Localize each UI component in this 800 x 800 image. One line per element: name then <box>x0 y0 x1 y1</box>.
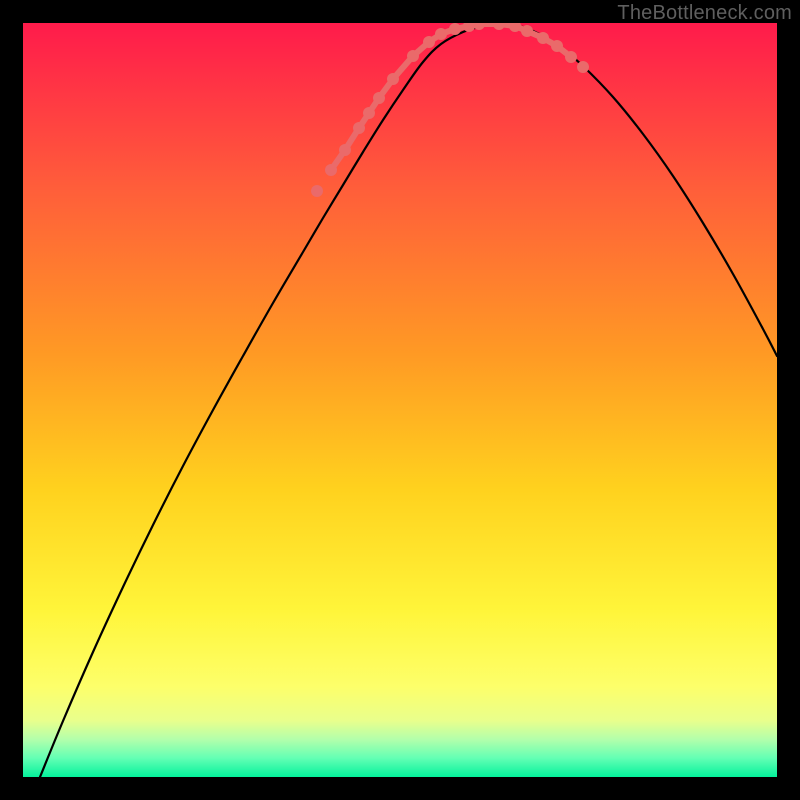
series-dot-2 <box>577 61 589 73</box>
series-curve <box>40 24 777 777</box>
chart-frame <box>23 23 777 777</box>
series-dot-1 <box>311 185 323 197</box>
watermark-text: TheBottleneck.com <box>617 2 792 25</box>
chart-svg <box>23 23 777 777</box>
